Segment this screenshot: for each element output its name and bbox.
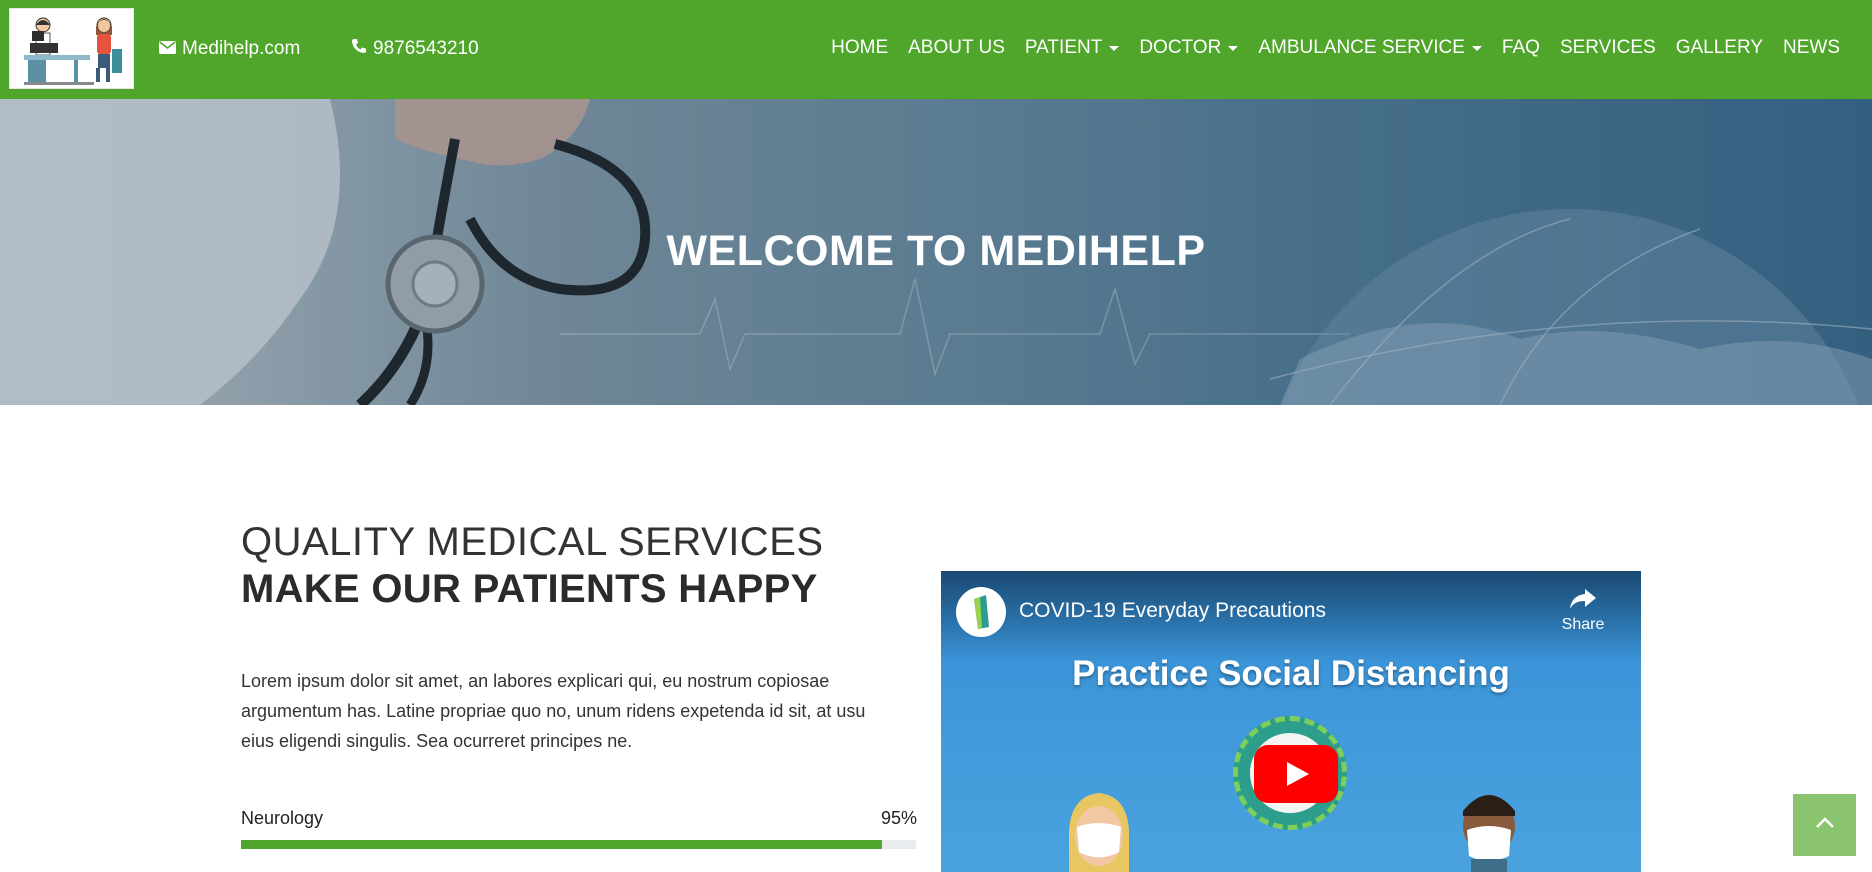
top-navbar: Medihelp.com 9876543210 HOME ABOUT US PA… <box>0 0 1872 99</box>
section-paragraph: Lorem ipsum dolor sit amet, an labores e… <box>241 671 866 751</box>
nav-label: ABOUT US <box>908 37 1005 58</box>
site-logo[interactable] <box>9 8 134 89</box>
contact-phone[interactable]: 9876543210 <box>351 38 479 60</box>
nav-label: DOCTOR <box>1139 37 1222 58</box>
nav-gallery[interactable]: GALLERY <box>1666 37 1773 59</box>
section-subtitle: QUALITY MEDICAL SERVICES <box>241 520 824 564</box>
nav-news[interactable]: NEWS <box>1773 37 1850 59</box>
email-text: Medihelp.com <box>182 38 301 59</box>
nav-patient-dropdown[interactable]: PATIENT <box>1015 37 1129 59</box>
back-to-top-button[interactable] <box>1793 794 1856 856</box>
nav-ambulance-service-dropdown[interactable]: AMBULANCE SERVICE <box>1248 37 1492 59</box>
caret-down-icon <box>1228 45 1239 51</box>
caret-down-icon <box>1471 45 1482 51</box>
youtube-play-icon[interactable] <box>1254 745 1338 803</box>
skill-progress-fill <box>241 840 883 849</box>
nav-label: FAQ <box>1501 37 1540 58</box>
phone-icon <box>351 38 367 60</box>
nav-doctor-dropdown[interactable]: DOCTOR <box>1129 37 1248 59</box>
nav-label: SERVICES <box>1559 37 1656 58</box>
skill-progress-bar <box>241 840 916 849</box>
caret-down-icon <box>1109 45 1120 51</box>
skill-label: Neurology <box>241 808 324 828</box>
chevron-up-icon <box>1815 816 1835 834</box>
contact-email[interactable]: Medihelp.com <box>159 38 300 60</box>
skill-percent: 95% <box>881 808 918 828</box>
nav-label: NEWS <box>1783 37 1840 58</box>
nav-faq[interactable]: FAQ <box>1492 37 1550 59</box>
nav-about-us[interactable]: ABOUT US <box>898 37 1015 59</box>
hero-title: WELCOME TO MEDIHELP <box>666 227 1206 275</box>
youtube-video-embed[interactable]: COVID-19 Everyday Precautions Share Prac… <box>941 571 1641 872</box>
nav-label: AMBULANCE SERVICE <box>1258 37 1465 58</box>
envelope-icon <box>159 38 176 60</box>
nav-home[interactable]: HOME <box>821 37 898 59</box>
nav-label: HOME <box>831 37 889 58</box>
nav-label: GALLERY <box>1675 37 1763 58</box>
section-heading: MAKE OUR PATIENTS HAPPY <box>241 567 818 611</box>
main-nav: HOME ABOUT US PATIENT DOCTOR AMBULANCE S… <box>821 37 1850 59</box>
nav-label: PATIENT <box>1024 37 1103 58</box>
phone-text: 9876543210 <box>373 38 479 59</box>
hero-banner: WELCOME TO MEDIHELP <box>0 99 1872 405</box>
nav-services[interactable]: SERVICES <box>1550 37 1666 59</box>
video-play-graphic[interactable] <box>1233 716 1347 830</box>
